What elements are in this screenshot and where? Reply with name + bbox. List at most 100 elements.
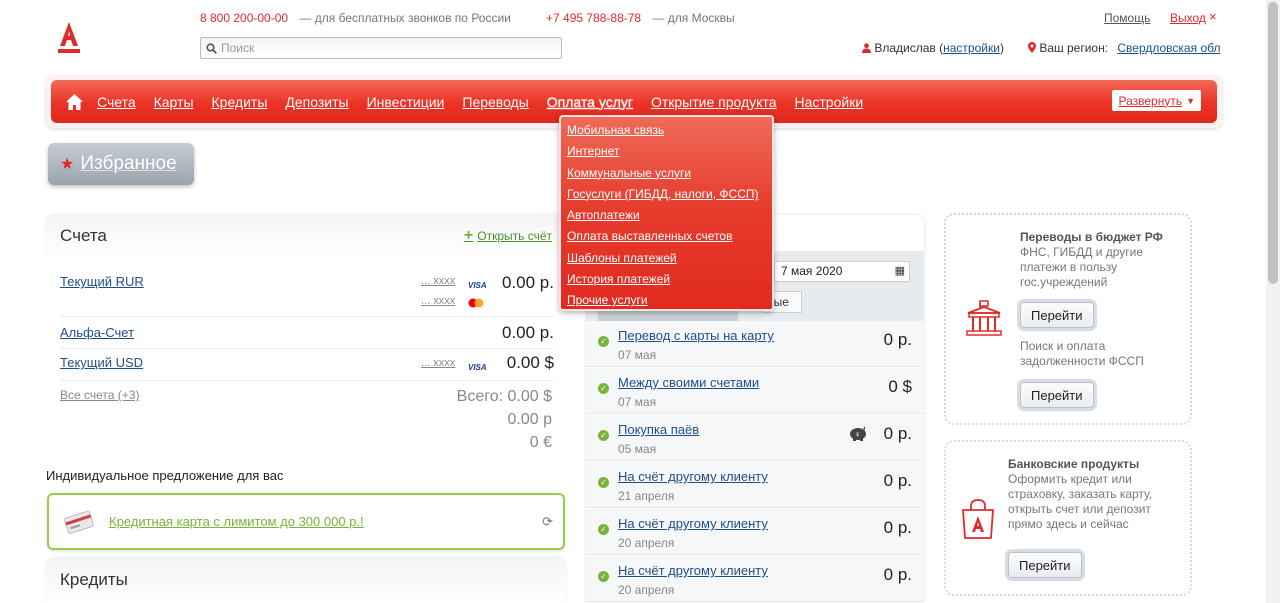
total-usd: Всего: 0.00 $	[456, 388, 552, 405]
card-mask[interactable]: ... xxxx	[421, 357, 455, 369]
nav-investments[interactable]: Инвестиции	[367, 94, 445, 110]
transaction-amount: 0 $	[888, 377, 912, 396]
check-icon: ✓	[598, 383, 609, 394]
nav-open-product[interactable]: Открытие продукта	[651, 94, 777, 110]
fssp-text: Поиск и оплата задолженности ФССП	[1020, 339, 1144, 368]
dropdown-item-gov-services[interactable]: Госуслуги (ГИБДД, налоги, ФССП)	[561, 184, 772, 205]
go-button-products[interactable]: Перейти	[1008, 552, 1082, 578]
transaction-amount: 0 р.	[883, 565, 912, 584]
account-name[interactable]: Альфа-Счет	[60, 325, 134, 340]
accounts-header: Счета + Открыть счёт	[46, 215, 566, 257]
dropdown-item-invoices[interactable]: Оплата выставленных счетов	[561, 226, 772, 247]
dropdown-item-other[interactable]: Прочие услуги	[561, 290, 772, 311]
check-icon: ✓	[598, 571, 609, 582]
mastercard-icon	[468, 298, 484, 308]
nav-cards[interactable]: Карты	[154, 94, 194, 110]
transaction-amount: 0 р.	[883, 518, 912, 537]
account-name[interactable]: Текущий USD	[60, 355, 143, 370]
favorites-button[interactable]: ★ Избранное	[48, 143, 194, 185]
budget-transfers-box: Переводы в бюджет РФ ФНС, ГИБДД и другие…	[944, 213, 1192, 425]
transaction-date: 05 мая	[618, 442, 657, 456]
nav-deposits[interactable]: Депозиты	[285, 94, 348, 110]
phone-note: — для Москвы	[652, 11, 735, 25]
dropdown-item-history[interactable]: История платежей	[561, 269, 772, 290]
accounts-panel: Счета + Открыть счёт Текущий RUR ... xxx…	[46, 215, 566, 460]
credit-card-icon	[64, 510, 94, 534]
refresh-icon[interactable]: ⟳	[542, 514, 553, 530]
close-icon[interactable]: ×	[1209, 9, 1217, 24]
transaction-name[interactable]: На счёт другому клиенту	[618, 469, 768, 484]
user-name: Владислав	[874, 41, 936, 55]
government-building-icon	[966, 300, 1002, 336]
transaction-name[interactable]: На счёт другому клиенту	[618, 563, 768, 578]
search-input[interactable]	[221, 41, 541, 55]
transaction-name[interactable]: Перевод с карты на карту	[618, 328, 774, 343]
products-title: Банковские продукты	[1008, 457, 1140, 471]
transaction-amount: 0 р.	[883, 424, 912, 443]
user-info: Владислав (настройки)	[862, 41, 1004, 55]
offer-card[interactable]: Кредитная карта с лимитом до 300 000 р.!…	[47, 493, 565, 550]
triangle-down-icon: ▼	[1186, 95, 1195, 106]
transaction-date: 20 апреля	[618, 536, 675, 550]
dropdown-item-utilities[interactable]: Коммунальные услуги	[561, 163, 772, 184]
region-label: Ваш регион:	[1039, 41, 1109, 55]
transaction-name[interactable]: Между своими счетами	[618, 375, 759, 390]
phone-note: — для бесплатных звонков по России	[299, 11, 511, 25]
exit-link[interactable]: Выход	[1170, 11, 1206, 25]
transaction-row[interactable]: ✓ Покупка паёв 05 мая $ 0 р.	[586, 415, 924, 461]
check-icon: ✓	[598, 524, 609, 535]
transaction-date: 07 мая	[618, 395, 657, 409]
card-mask[interactable]: ... xxxx	[421, 275, 455, 287]
nav-settings[interactable]: Настройки	[795, 94, 864, 110]
card-mask[interactable]: ... xxxx	[421, 295, 455, 307]
dropdown-item-internet[interactable]: Интернет	[561, 141, 772, 162]
shopping-bag-icon	[962, 499, 994, 539]
go-button-fssp[interactable]: Перейти	[1020, 382, 1094, 408]
piggy-bank-icon: $	[850, 426, 866, 441]
star-icon: ★	[60, 156, 75, 173]
settings-link[interactable]: настройки	[943, 41, 1000, 55]
expand-button[interactable]: Развернуть ▼	[1112, 90, 1201, 111]
scrollbar-thumb[interactable]	[1268, 2, 1278, 284]
dropdown-item-autopayments[interactable]: Автоплатежи	[561, 205, 772, 226]
dropdown-item-mobile[interactable]: Мобильная связь	[561, 120, 772, 141]
transaction-amount: 0 р.	[883, 330, 912, 349]
plus-icon: +	[463, 227, 474, 244]
nav-payments[interactable]: Оплата услуг	[547, 94, 633, 110]
account-row: Текущий RUR ... xxxx VISA ... xxxx 0.00 …	[60, 269, 554, 317]
home-icon[interactable]	[51, 93, 97, 110]
open-account-link[interactable]: + Открыть счёт	[464, 227, 552, 245]
all-accounts-link[interactable]: Все счета (+3)	[60, 388, 139, 402]
dropdown-item-templates[interactable]: Шаблоны платежей	[561, 248, 772, 269]
search-box[interactable]	[200, 37, 562, 59]
credits-header: Кредиты	[46, 558, 566, 603]
nav-credits[interactable]: Кредиты	[212, 94, 268, 110]
transaction-row[interactable]: ✓ На счёт другому клиенту 21 апреля 0 р.	[586, 462, 924, 508]
transaction-row[interactable]: ✓ Перевод с карты на карту 07 мая 0 р.	[586, 321, 924, 367]
check-icon: ✓	[598, 430, 609, 441]
account-name[interactable]: Текущий RUR	[60, 274, 144, 289]
transaction-name[interactable]: Покупка паёв	[618, 422, 699, 437]
visa-icon: VISA	[468, 363, 487, 372]
svg-text:$: $	[856, 432, 859, 438]
go-button-budget[interactable]: Перейти	[1020, 302, 1094, 328]
offer-link[interactable]: Кредитная карта с лимитом до 300 000 р.!	[109, 514, 364, 529]
filter-tab-bar[interactable]	[598, 311, 738, 321]
calendar-icon[interactable]: ▦	[895, 262, 905, 281]
transaction-name[interactable]: На счёт другому клиенту	[618, 516, 768, 531]
transaction-row[interactable]: ✓ Между своими счетами 07 мая 0 $	[586, 368, 924, 414]
nav-accounts[interactable]: Счета	[97, 94, 136, 110]
payments-dropdown: Мобильная связь Интернет Коммунальные ус…	[559, 115, 774, 311]
user-icon	[862, 43, 871, 53]
transaction-row[interactable]: ✓ На счёт другому клиенту 20 апреля 0 р.	[586, 556, 924, 602]
transaction-amount: 0 р.	[883, 471, 912, 490]
transaction-row[interactable]: ✓ На счёт другому клиенту 20 апреля 0 р.	[586, 509, 924, 555]
account-amount: 0.00 р.	[502, 323, 554, 342]
alfa-logo[interactable]	[56, 22, 82, 54]
help-link[interactable]: Помощь	[1104, 11, 1150, 25]
nav-transfers[interactable]: Переводы	[462, 94, 528, 110]
date-field[interactable]: 7 мая 2020 ▦	[774, 261, 910, 282]
transaction-date: 20 апреля	[618, 583, 675, 597]
check-icon: ✓	[598, 477, 609, 488]
region-link[interactable]: Свердловская обл	[1117, 41, 1220, 55]
